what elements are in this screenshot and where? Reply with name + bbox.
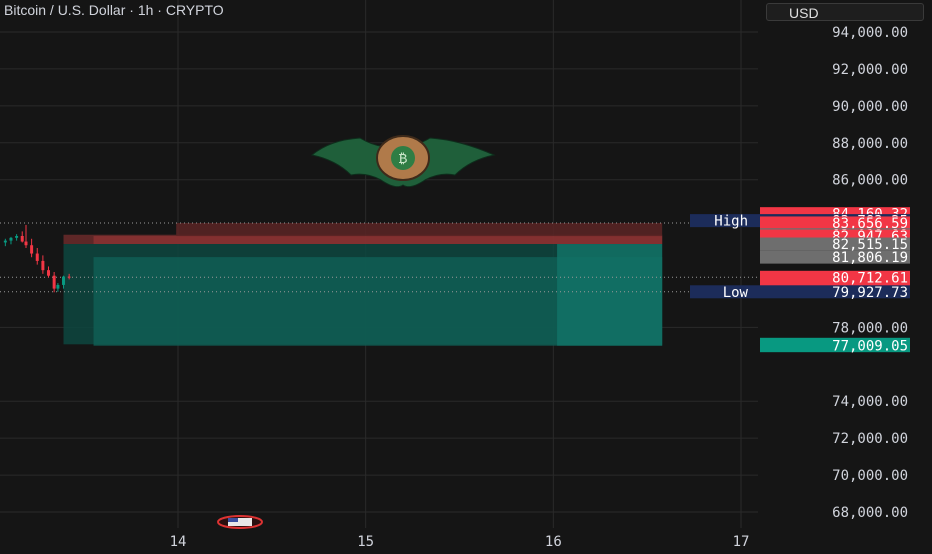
price-label-text: 77,009.05 bbox=[832, 339, 908, 355]
price-chart[interactable]: ₿ 14 15 16 17 68,000.00 70,000.00 72,000.00 74… bbox=[0, 0, 932, 550]
x-axis[interactable]: 14 15 16 17 bbox=[170, 534, 750, 550]
candle-body bbox=[67, 276, 71, 278]
candle-body bbox=[52, 275, 56, 289]
y-tick-label: 92,000.00 bbox=[832, 62, 908, 78]
flag-badge-icon[interactable] bbox=[217, 515, 263, 529]
price-label-text: 79,927.73 bbox=[832, 285, 908, 301]
candle-body bbox=[47, 270, 51, 276]
y-tick-label: 88,000.00 bbox=[832, 136, 908, 152]
price-tag-text: Low bbox=[723, 285, 749, 301]
chart-area[interactable]: ₿ 14 15 16 17 68,000.00 70,000.00 72,000.00 74… bbox=[0, 0, 932, 550]
candle-body bbox=[56, 284, 60, 289]
candle-body bbox=[41, 260, 45, 271]
y-tick-label: 72,000.00 bbox=[832, 431, 908, 447]
candle-body bbox=[30, 245, 34, 254]
candle-body bbox=[15, 236, 19, 238]
position-zones bbox=[63, 222, 663, 346]
profit-zone-right bbox=[557, 244, 663, 346]
candle-body bbox=[9, 237, 13, 241]
candle-body bbox=[35, 253, 39, 261]
price-tag-text: High bbox=[714, 214, 748, 230]
y-tick-label: 68,000.00 bbox=[832, 505, 908, 521]
y-tick-label: 78,000.00 bbox=[832, 320, 908, 336]
candle-body bbox=[24, 241, 28, 246]
currency-selector[interactable]: USD bbox=[766, 3, 924, 21]
svg-text:₿: ₿ bbox=[399, 151, 408, 167]
x-tick-label: 16 bbox=[545, 534, 562, 550]
loss-zone-top bbox=[176, 222, 663, 237]
y-tick-label: 74,000.00 bbox=[832, 394, 908, 410]
price-label-text: 81,806.19 bbox=[832, 250, 908, 266]
candle-body bbox=[20, 236, 24, 242]
x-tick-label: 14 bbox=[170, 534, 187, 550]
bitcoin-dragon-emblem-icon: ₿ bbox=[310, 135, 496, 188]
y-tick-label: 94,000.00 bbox=[832, 25, 908, 41]
x-tick-label: 17 bbox=[733, 534, 750, 550]
x-tick-label: 15 bbox=[357, 534, 374, 550]
candle-body bbox=[62, 276, 66, 285]
candles bbox=[3, 224, 71, 293]
candle-body bbox=[3, 240, 7, 243]
chart-title: Bitcoin / U.S. Dollar · 1h · CRYPTO bbox=[4, 2, 224, 18]
loss-zone-inner bbox=[93, 236, 663, 245]
y-tick-label: 70,000.00 bbox=[832, 468, 908, 484]
y-tick-label: 90,000.00 bbox=[832, 99, 908, 115]
y-tick-label: 86,000.00 bbox=[832, 173, 908, 189]
